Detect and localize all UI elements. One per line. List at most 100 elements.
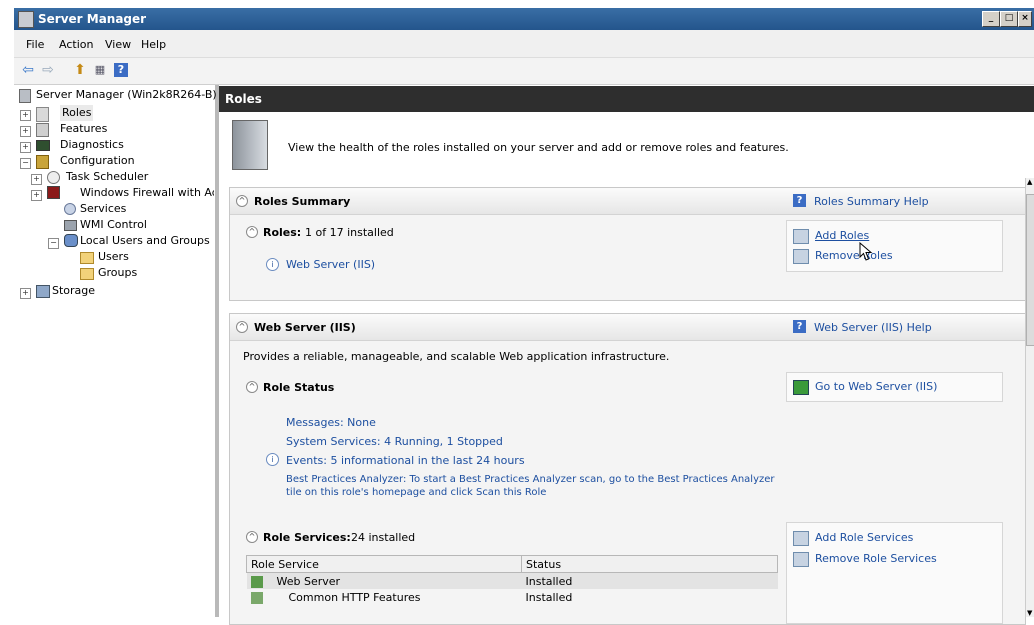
roles-summary-title: Roles Summary: [254, 195, 351, 208]
menu-bar: File Action View Help: [14, 30, 1034, 58]
show-hide-tree-icon[interactable]: ▦: [92, 62, 108, 78]
tree-item-root[interactable]: Server Manager (Win2k8R264-B): [36, 87, 217, 103]
column-header-role-service[interactable]: Role Service: [246, 555, 522, 573]
tree-item-users[interactable]: Users: [98, 249, 129, 265]
tree-item-firewall[interactable]: Windows Firewall with Adva: [80, 185, 214, 201]
roles-summary-help-link[interactable]: Roles Summary Help: [814, 195, 929, 208]
navigation-tree: Server Manager (Win2k8R264-B) + Roles + …: [14, 85, 219, 617]
collapse-roles-summary-icon[interactable]: ^: [236, 195, 248, 207]
collapse-role-services-icon[interactable]: ^: [246, 531, 258, 543]
back-arrow-icon[interactable]: ⇦: [20, 62, 36, 78]
diagnostics-icon: [36, 140, 50, 151]
web-server-help-link[interactable]: Web Server (IIS) Help: [814, 321, 932, 334]
web-server-section: ^ Web Server (IIS) ? Web Server (IIS) He…: [229, 313, 1026, 625]
expand-firewall-icon[interactable]: +: [31, 190, 42, 201]
web-server-header: ^ Web Server (IIS) ? Web Server (IIS) He…: [230, 314, 1025, 341]
add-roles-link[interactable]: Add Roles: [815, 229, 869, 242]
remove-role-services-link[interactable]: Remove Role Services: [815, 552, 937, 565]
folder-icon: [80, 268, 94, 280]
scrollbar-thumb[interactable]: [1026, 194, 1034, 346]
system-services-link[interactable]: System Services: 4 Running, 1 Stopped: [286, 435, 503, 448]
mouse-cursor-icon: [859, 242, 873, 261]
forward-arrow-icon[interactable]: ⇨: [40, 62, 56, 78]
roles-label: Roles:: [263, 226, 302, 239]
menu-view[interactable]: View: [105, 38, 131, 51]
expand-features-icon[interactable]: +: [20, 126, 31, 137]
firewall-icon: [47, 186, 60, 199]
add-role-services-link[interactable]: Add Role Services: [815, 531, 913, 544]
folder-icon: [80, 252, 94, 264]
tree-item-task-scheduler[interactable]: Task Scheduler: [66, 169, 148, 185]
web-server-title: Web Server (IIS): [254, 321, 356, 334]
remove-roles-link[interactable]: Remove Roles: [815, 249, 893, 262]
scroll-up-icon[interactable]: ▲: [1027, 178, 1032, 186]
roles-summary-section: ^ Roles Summary ? Roles Summary Help ^ R…: [229, 187, 1026, 301]
maximize-button[interactable]: □: [1000, 11, 1018, 27]
collapse-configuration-icon[interactable]: −: [20, 158, 31, 169]
remove-role-services-icon: [793, 552, 809, 567]
help-icon: ?: [793, 320, 806, 333]
configuration-icon: [36, 155, 49, 169]
minimize-button[interactable]: _: [982, 11, 1000, 27]
events-link[interactable]: Events: 5 informational in the last 24 h…: [286, 454, 525, 467]
page-title: Roles: [225, 92, 262, 106]
bpa-text-line-1[interactable]: Best Practices Analyzer: To start a Best…: [286, 474, 775, 485]
menu-action[interactable]: Action: [59, 38, 93, 51]
vertical-scrollbar[interactable]: ▲ ▼: [1025, 178, 1034, 617]
up-folder-icon[interactable]: ⬆: [72, 62, 88, 78]
roles-summary-header: ^ Roles Summary ? Roles Summary Help: [230, 188, 1025, 215]
intro-text: View the health of the roles installed o…: [288, 141, 789, 154]
role-service-status: Installed: [525, 590, 573, 604]
expand-diagnostics-icon[interactable]: +: [20, 142, 31, 153]
messages-link[interactable]: Messages: None: [286, 416, 376, 429]
role-service-icon: [250, 575, 263, 588]
remove-roles-icon: [793, 249, 809, 264]
collapse-roles-icon[interactable]: ^: [246, 226, 258, 238]
tree-item-roles[interactable]: Roles: [60, 105, 94, 121]
window-title: Server Manager: [38, 12, 147, 26]
column-header-status[interactable]: Status: [521, 555, 778, 573]
go-to-web-server-link[interactable]: Go to Web Server (IIS): [815, 380, 937, 393]
clock-icon: [47, 171, 60, 184]
expand-task-scheduler-icon[interactable]: +: [31, 174, 42, 185]
content-header: Roles: [219, 86, 1034, 112]
roles-server-icon: [232, 120, 268, 170]
expand-storage-icon[interactable]: +: [20, 288, 31, 299]
close-button[interactable]: ×: [1018, 11, 1032, 27]
add-roles-icon: [793, 229, 809, 244]
role-services-actions-box: Add Role Services Remove Role Services: [786, 522, 1003, 624]
expand-roles-icon[interactable]: +: [20, 110, 31, 121]
web-server-description: Provides a reliable, manageable, and sca…: [243, 350, 670, 363]
content-pane: View the health of the roles installed o…: [219, 112, 1026, 625]
menu-file[interactable]: File: [26, 38, 44, 51]
bpa-text-line-2[interactable]: tile on this role's homepage and click S…: [286, 487, 546, 498]
role-service-name: Web Server: [276, 574, 341, 588]
installed-role-link[interactable]: Web Server (IIS): [286, 258, 375, 271]
title-bar: Server Manager _ □ ×: [14, 8, 1034, 30]
tree-item-wmi-control[interactable]: WMI Control: [80, 217, 147, 233]
tree-item-features[interactable]: Features: [60, 121, 107, 137]
server-icon: [19, 89, 31, 103]
toolbar: ⇦ ⇨ ⬆ ▦ ?: [14, 58, 1034, 85]
collapse-role-status-icon[interactable]: ^: [246, 381, 258, 393]
tree-item-storage[interactable]: Storage: [52, 283, 95, 299]
tree-item-local-users-groups[interactable]: Local Users and Groups: [80, 233, 210, 249]
tree-item-groups[interactable]: Groups: [98, 265, 137, 281]
features-icon: [36, 123, 49, 137]
collapse-web-server-icon[interactable]: ^: [236, 321, 248, 333]
role-services-count: 24 installed: [351, 531, 416, 544]
tree-item-configuration[interactable]: Configuration: [60, 153, 135, 169]
tree-item-diagnostics[interactable]: Diagnostics: [60, 137, 124, 153]
table-row[interactable]: Web Server Installed: [246, 572, 778, 589]
info-icon: i: [266, 453, 279, 466]
menu-help[interactable]: Help: [141, 38, 166, 51]
scroll-down-icon[interactable]: ▼: [1027, 609, 1032, 617]
help-icon[interactable]: ?: [114, 63, 128, 77]
roles-icon: [36, 107, 49, 122]
collapse-local-users-icon[interactable]: −: [48, 238, 59, 249]
table-row[interactable]: Common HTTP Features Installed: [247, 589, 778, 605]
add-role-services-icon: [793, 531, 809, 546]
tree-item-services[interactable]: Services: [80, 201, 126, 217]
roles-actions-box: Add Roles Remove Roles: [786, 220, 1003, 272]
server-manager-icon: [18, 11, 34, 28]
